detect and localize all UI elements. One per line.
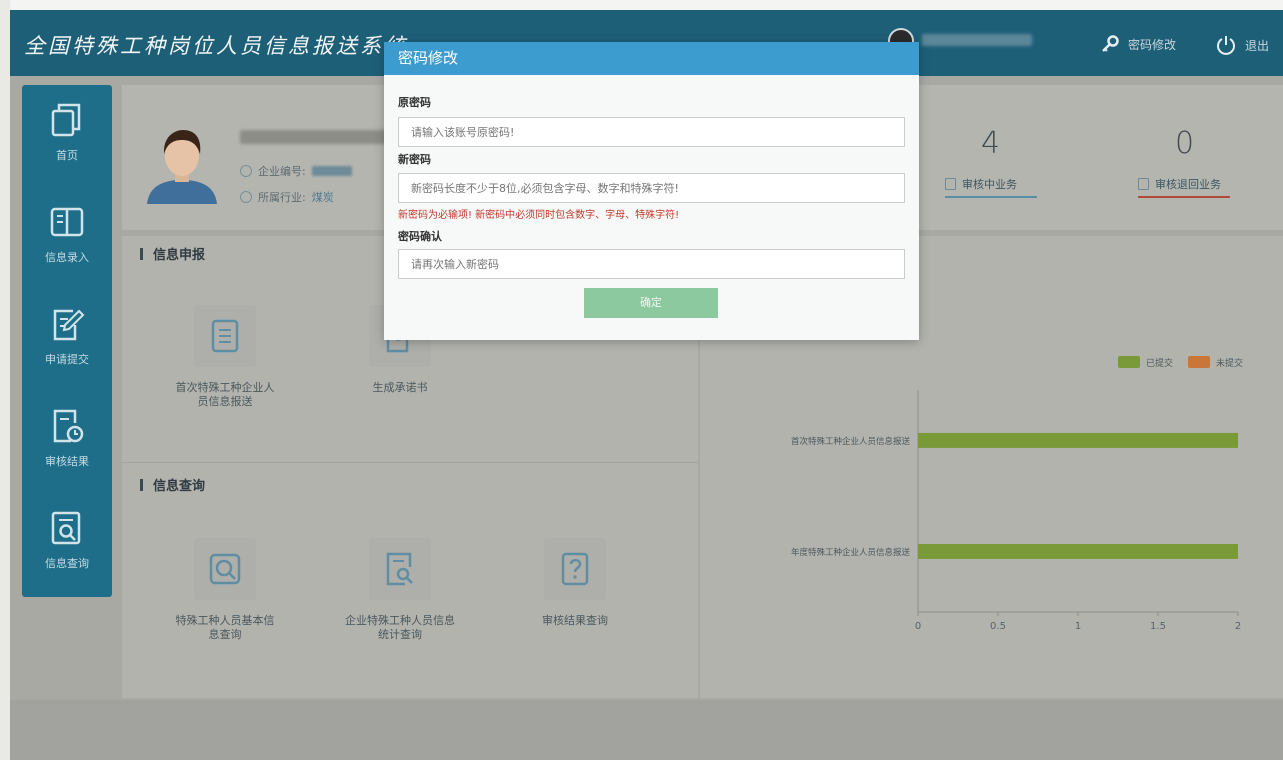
company-code-value bbox=[311, 166, 352, 176]
user-name bbox=[922, 34, 1032, 46]
confirm-password-label: 密码确认 bbox=[398, 230, 442, 243]
tile-basic-query[interactable]: 特殊工种人员基本信息查询 bbox=[160, 538, 290, 642]
app-title: 全国特殊工种岗位人员信息报送系统 bbox=[24, 34, 408, 58]
new-password-input[interactable] bbox=[398, 173, 905, 203]
category-label: 首次特殊工种企业人员信息报送 bbox=[791, 436, 911, 447]
tile-label: 特殊工种人员基本信息查询 bbox=[175, 614, 275, 641]
tile-result-query[interactable]: 审核结果查询 bbox=[510, 538, 640, 628]
change-password-link[interactable]: 密码修改 bbox=[1100, 34, 1176, 54]
legend-swatch bbox=[1188, 356, 1210, 368]
new-password-label: 新密码 bbox=[398, 153, 431, 166]
category-label: 年度特殊工种企业人员信息报送 bbox=[791, 547, 911, 558]
tile-icon-box bbox=[194, 538, 256, 600]
sidebar-item-label: 首页 bbox=[56, 149, 78, 162]
bar-已提交 bbox=[918, 432, 1238, 448]
search-doc-icon bbox=[51, 511, 81, 545]
ok-button[interactable]: 确定 bbox=[584, 288, 718, 318]
industry-value: 煤炭 bbox=[311, 191, 334, 204]
sidebar-item-label: 审核结果 bbox=[45, 455, 89, 468]
profile-avatar bbox=[147, 130, 217, 204]
stat-reviewing-label: 审核中业务 bbox=[962, 178, 1017, 191]
change-password-dialog: 密码修改 原密码 新密码 新密码为必输项! 新密码中必须同时包含数字、字母、特殊… bbox=[384, 42, 919, 340]
stat-reviewing-count: 4 bbox=[981, 126, 1001, 161]
stat-returned-link[interactable]: 审核退回业务 bbox=[1138, 176, 1230, 198]
industry-line: 所属行业: 煤炭 bbox=[240, 189, 334, 205]
document-icon bbox=[945, 178, 956, 190]
industry-icon bbox=[240, 191, 252, 203]
company-code-line: 企业编号: bbox=[240, 163, 352, 179]
book-icon bbox=[50, 207, 84, 237]
company-code-label: 企业编号: bbox=[258, 165, 306, 178]
x-tick-label: 1 bbox=[1075, 621, 1081, 632]
legend-swatch bbox=[1118, 356, 1140, 368]
tile-icon-box bbox=[194, 305, 256, 367]
industry-label: 所属行业: bbox=[258, 191, 306, 204]
validation-error: 新密码为必输项! 新密码中必须同时包含数字、字母、特殊字符! bbox=[398, 210, 680, 221]
search-box-icon bbox=[209, 553, 241, 585]
copy-icon bbox=[51, 103, 81, 137]
logout-link[interactable]: 退出 bbox=[1215, 34, 1269, 56]
tile-stat-query[interactable]: 企业特殊工种人员信息统计查询 bbox=[335, 538, 465, 642]
photo-margin-top bbox=[0, 0, 1283, 10]
x-tick-label: 0 bbox=[915, 621, 921, 632]
logout-label: 退出 bbox=[1245, 38, 1270, 53]
document-icon bbox=[1138, 178, 1149, 190]
document-list-icon bbox=[211, 319, 239, 353]
sidebar-item-label: 申请提交 bbox=[45, 353, 89, 366]
section-bar bbox=[140, 247, 143, 260]
old-password-input[interactable] bbox=[398, 117, 905, 147]
tile-icon-box bbox=[369, 538, 431, 600]
section-title-report: 信息申报 bbox=[140, 244, 205, 263]
section-bar bbox=[140, 478, 143, 491]
section-divider bbox=[122, 462, 698, 463]
company-name bbox=[240, 130, 400, 144]
sidebar-item-home[interactable]: 首页 bbox=[22, 85, 112, 185]
tile-icon-box bbox=[544, 538, 606, 600]
legend-label: 未提交 bbox=[1216, 357, 1243, 369]
key-icon bbox=[1102, 35, 1119, 52]
sidebar-item-entry[interactable]: 信息录入 bbox=[22, 187, 112, 287]
section-title-text: 信息查询 bbox=[153, 479, 206, 494]
tile-first-report[interactable]: 首次特殊工种企业人员信息报送 bbox=[160, 305, 290, 409]
tile-label: 审核结果查询 bbox=[542, 614, 608, 627]
dialog-title: 密码修改 bbox=[384, 42, 919, 75]
old-password-label: 原密码 bbox=[398, 96, 431, 109]
stat-returned-label: 审核退回业务 bbox=[1155, 178, 1221, 191]
power-icon bbox=[1217, 36, 1235, 55]
stat-reviewing-link[interactable]: 审核中业务 bbox=[945, 176, 1037, 198]
page-bottom bbox=[10, 700, 1283, 760]
sidebar-item-label: 信息查询 bbox=[45, 557, 89, 570]
sidebar-item-label: 信息录入 bbox=[45, 251, 89, 264]
bar-已提交 bbox=[918, 543, 1238, 559]
tile-label: 生成承诺书 bbox=[372, 381, 428, 394]
sidebar-item-submit[interactable]: 申请提交 bbox=[22, 289, 112, 389]
question-doc-icon bbox=[561, 552, 589, 586]
tile-label: 首次特殊工种企业人员信息报送 bbox=[175, 381, 275, 408]
sidebar-item-result[interactable]: 审核结果 bbox=[22, 391, 112, 491]
change-password-label: 密码修改 bbox=[1128, 37, 1177, 52]
clock-doc-icon bbox=[53, 409, 84, 443]
x-tick-label: 2 bbox=[1235, 621, 1241, 632]
x-tick-label: 0.5 bbox=[990, 621, 1006, 632]
x-tick-label: 1.5 bbox=[1150, 621, 1166, 632]
confirm-password-input[interactable] bbox=[398, 249, 905, 279]
tile-label: 企业特殊工种人员信息统计查询 bbox=[345, 614, 455, 641]
photo-margin-left bbox=[0, 0, 10, 760]
stat-returned-count: 0 bbox=[1175, 126, 1195, 161]
company-code-icon bbox=[240, 165, 252, 177]
submission-bar-chart: 0 0.5 1 1.5 2 首次特殊工种企业人员信息报送年度特殊工种企业人员信息报送 已提交… bbox=[791, 356, 1243, 632]
sidebar: 首页 信息录入 申请提交 审核结果 信息查询 bbox=[22, 85, 112, 597]
legend-label: 已提交 bbox=[1146, 357, 1173, 369]
search-doc-icon bbox=[386, 552, 413, 586]
edit-icon bbox=[53, 309, 85, 341]
section-title-text: 信息申报 bbox=[153, 248, 206, 263]
sidebar-item-query[interactable]: 信息查询 bbox=[22, 493, 112, 593]
section-title-query: 信息查询 bbox=[140, 475, 205, 494]
